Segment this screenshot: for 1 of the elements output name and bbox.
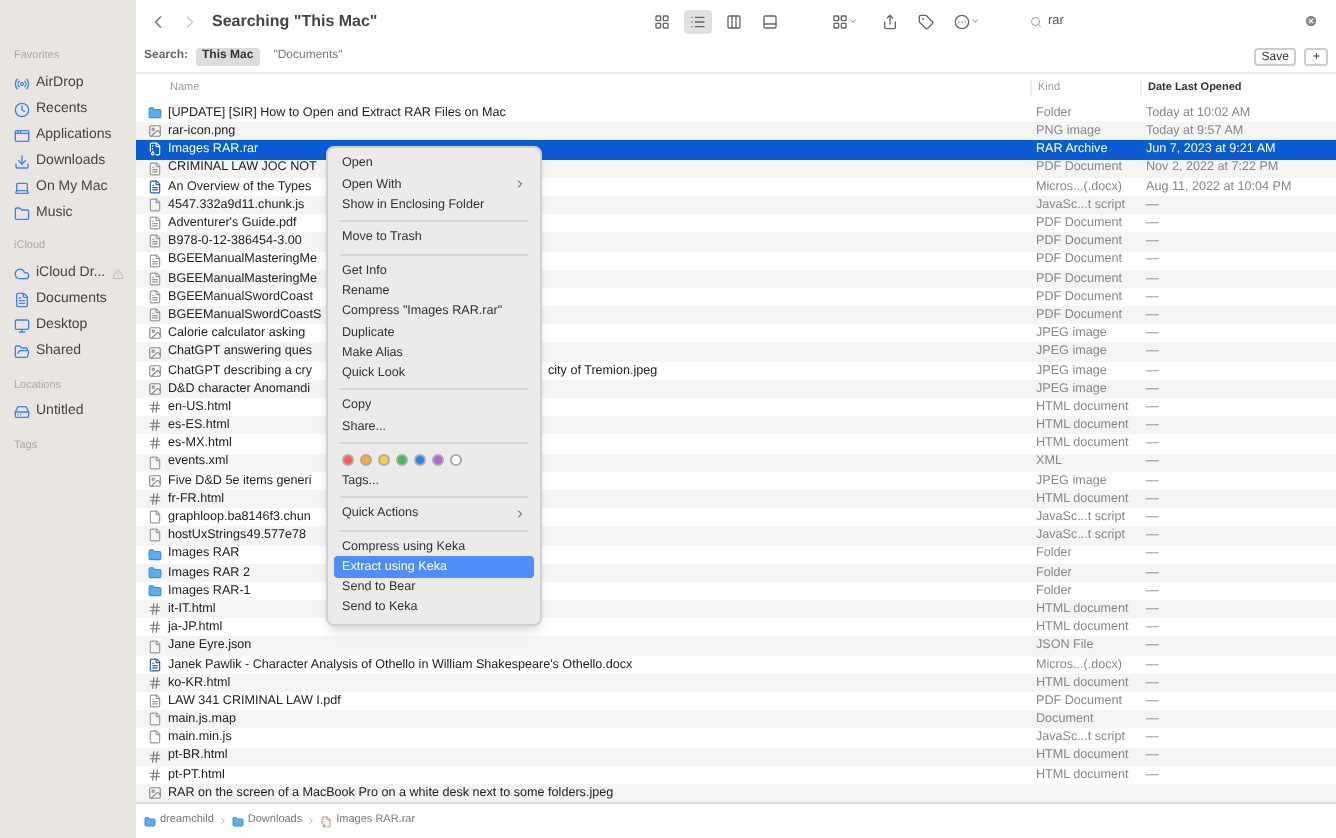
window-title: Searching "This Mac" xyxy=(212,9,380,33)
